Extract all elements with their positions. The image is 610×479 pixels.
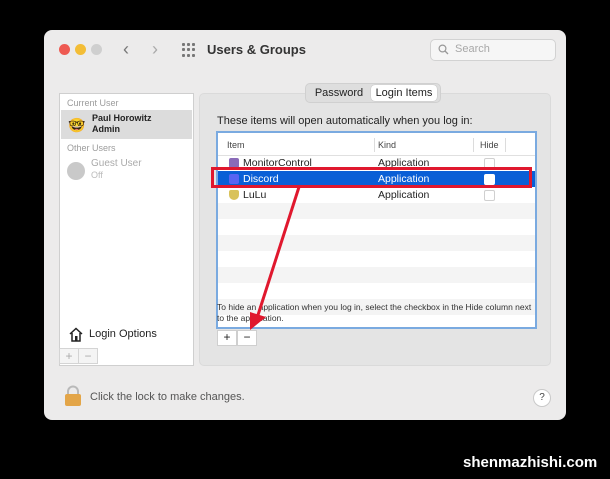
- watermark: shenmazhishi.com: [463, 454, 598, 471]
- annotation-arrow-icon: [250, 186, 301, 330]
